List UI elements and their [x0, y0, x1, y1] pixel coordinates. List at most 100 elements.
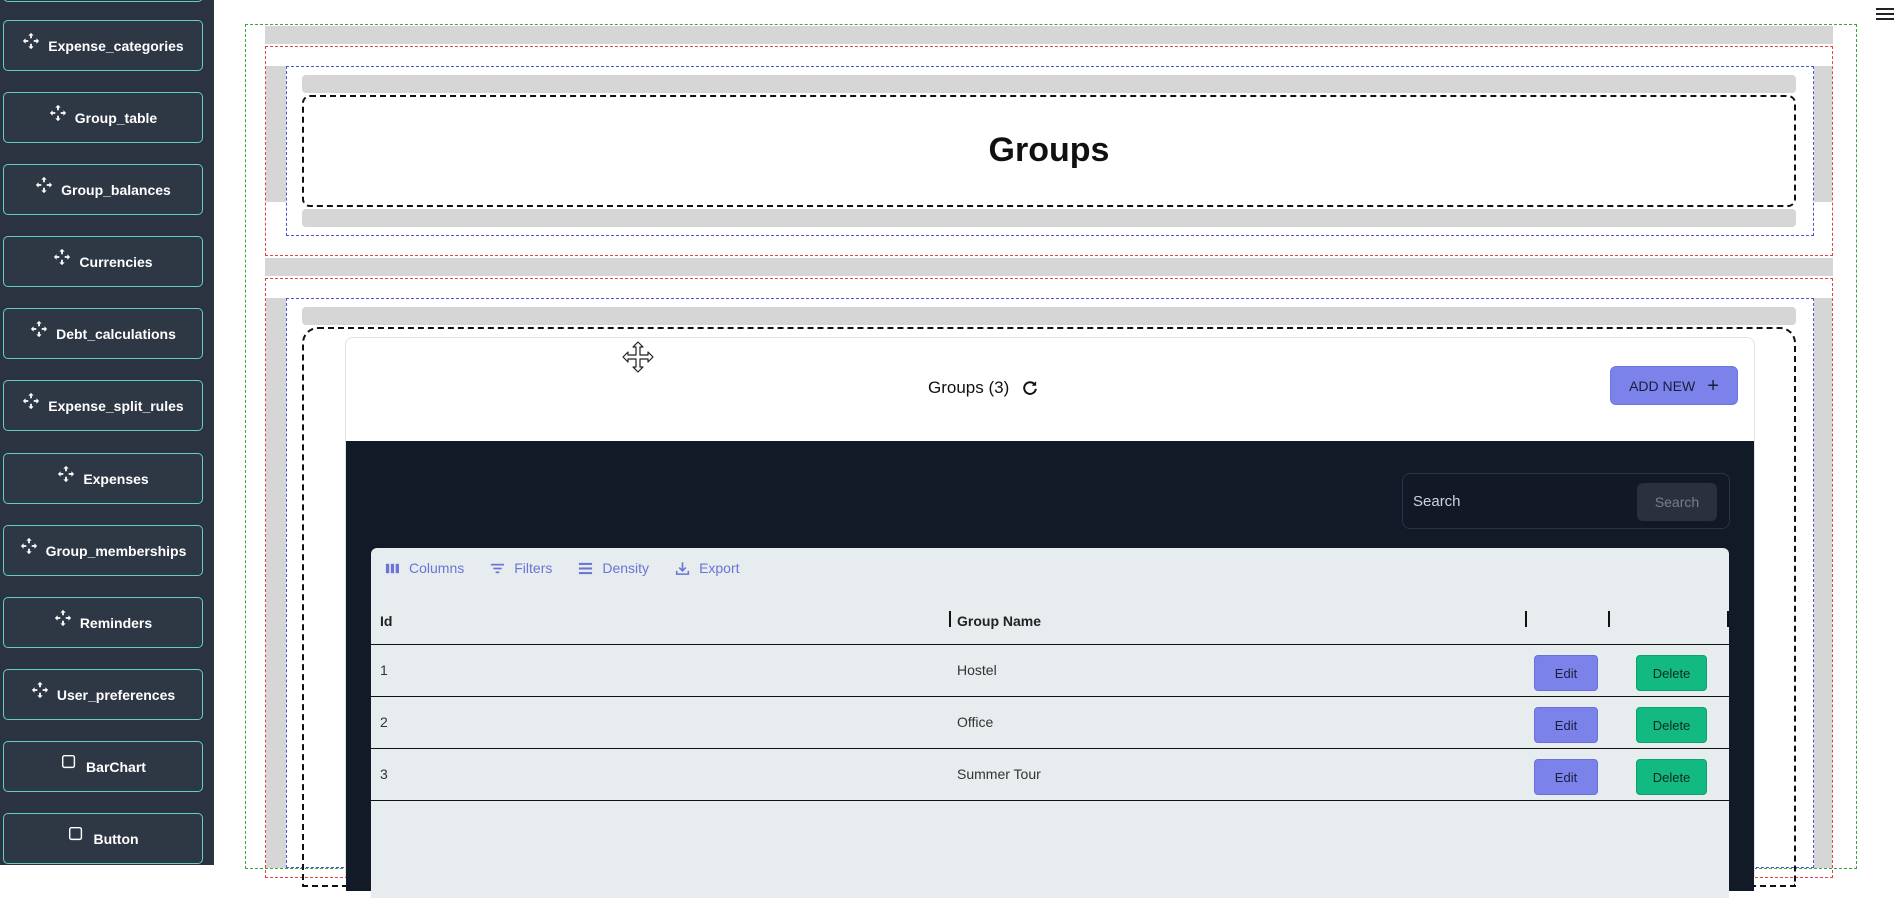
sidebar-item-label: Debt_calculations — [56, 325, 176, 342]
table-panel: Search Columns Filters Density — [346, 441, 1754, 898]
search-box: Search — [1402, 473, 1730, 529]
column-padding-top — [302, 75, 1796, 93]
sidebar-item-label: Expense_categories — [48, 37, 184, 54]
sidebar-item-expenses[interactable]: Expenses — [3, 453, 203, 504]
table-row[interactable]: 3 Summer Tour Edit Delete — [371, 749, 1729, 801]
column-separator[interactable] — [1608, 611, 1610, 627]
edit-button[interactable]: Edit — [1534, 655, 1598, 691]
data-grid: Columns Filters Density Export Id Group … — [371, 548, 1729, 898]
filters-label: Filters — [514, 560, 553, 576]
cell-group-name: Summer Tour — [957, 766, 1041, 782]
column-header-group-name[interactable]: Group Name — [957, 613, 1041, 629]
cell-group-name: Office — [957, 714, 994, 730]
move-icon — [22, 392, 40, 410]
move-icon — [20, 537, 38, 555]
plus-icon: + — [1707, 374, 1719, 397]
cell-id: 1 — [380, 662, 388, 678]
cell-id: 2 — [380, 714, 388, 730]
cell-group-name: Hostel — [957, 662, 997, 678]
title-block[interactable]: Groups — [302, 95, 1796, 207]
table-row[interactable]: 1 Hostel Edit Delete — [371, 645, 1729, 697]
groups-card: Groups (3) ADD NEW + Search Search Colum… — [345, 337, 1755, 898]
sidebar-item-reminders[interactable]: Reminders — [3, 597, 203, 648]
card-header: Groups (3) ADD NEW + — [346, 338, 1754, 441]
move-icon — [30, 320, 48, 338]
sidebar-item-label: BarChart — [86, 758, 146, 775]
sidebar-item-barchart[interactable]: BarChart — [3, 741, 203, 792]
add-new-label: ADD NEW — [1629, 377, 1696, 394]
container-padding-top — [265, 26, 1833, 44]
column-padding-top — [302, 307, 1796, 325]
sidebar-item-label: Group_memberships — [45, 542, 187, 559]
columns-icon — [385, 563, 399, 573]
edit-button[interactable]: Edit — [1534, 759, 1598, 795]
table-row[interactable]: 2 Office Edit Delete — [371, 697, 1729, 749]
edit-button[interactable]: Edit — [1534, 707, 1598, 743]
section-gap — [265, 258, 1833, 276]
export-button[interactable]: Export — [675, 560, 740, 576]
density-button[interactable]: Density — [578, 560, 649, 576]
column-padding-bottom — [302, 209, 1796, 227]
sidebar-item-debt-calculations[interactable]: Debt_calculations — [3, 308, 203, 359]
cell-id: 3 — [380, 766, 388, 782]
delete-button[interactable]: Delete — [1636, 655, 1707, 691]
move-icon — [57, 465, 75, 483]
builder-canvas[interactable]: Groups Groups (3) ADD NEW + Search Searc… — [214, 0, 1904, 898]
sidebar-item-label: Expenses — [83, 470, 149, 487]
refresh-icon[interactable] — [1021, 379, 1039, 397]
move-icon — [53, 248, 71, 266]
sidebar-item-button[interactable]: Button — [3, 813, 203, 864]
filter-icon — [491, 563, 505, 573]
column-separator[interactable] — [1727, 611, 1729, 627]
section-padding-right — [1814, 298, 1832, 868]
export-label: Export — [699, 560, 740, 576]
search-button[interactable]: Search — [1637, 483, 1717, 521]
sidebar-item-label: Group_table — [74, 109, 158, 126]
sidebar-item-label: Expense_split_rules — [48, 397, 184, 414]
sidebar-item-group-memberships[interactable]: Group_memberships — [3, 525, 203, 576]
sidebar-item-label: User_preferences — [56, 686, 176, 703]
sidebar-item-label: Reminders — [79, 614, 153, 631]
search-input[interactable] — [1413, 486, 1628, 516]
move-icon — [22, 32, 40, 50]
menu-icon[interactable] — [1876, 6, 1894, 22]
column-separator[interactable] — [1525, 611, 1527, 627]
delete-button[interactable]: Delete — [1636, 707, 1707, 743]
sidebar-item-currencies[interactable]: Currencies — [3, 236, 203, 287]
sidebar-item-partial[interactable] — [3, 0, 203, 2]
columns-button[interactable]: Columns — [385, 560, 464, 576]
card-title-wrap: Groups (3) — [928, 378, 1039, 398]
delete-button[interactable]: Delete — [1636, 759, 1707, 795]
sidebar-item-label: Group_balances — [61, 181, 171, 198]
sidebar-item-group-table[interactable]: Group_table — [3, 92, 203, 143]
column-header-id[interactable]: Id — [380, 613, 392, 629]
square-icon — [60, 753, 78, 771]
square-icon — [67, 825, 85, 843]
download-icon — [675, 561, 690, 575]
card-title: Groups (3) — [928, 378, 1010, 397]
page-title: Groups — [988, 131, 1110, 169]
move-icon — [49, 104, 67, 122]
sidebar-item-label: Currencies — [79, 253, 153, 270]
section-padding-right — [1814, 66, 1832, 202]
density-label: Density — [602, 560, 650, 576]
table-header: Id Group Name — [371, 600, 1729, 645]
filters-button[interactable]: Filters — [490, 560, 552, 576]
sidebar-item-expense-split-rules[interactable]: Expense_split_rules — [3, 380, 203, 431]
sidebar-item-label: Button — [93, 830, 139, 847]
sidebar-item-expense-categories[interactable]: Expense_categories — [3, 20, 203, 71]
sidebar-item-group-balances[interactable]: Group_balances — [3, 164, 203, 215]
section-padding-left — [266, 298, 286, 868]
column-separator[interactable] — [949, 611, 951, 627]
move-cursor-icon — [622, 341, 654, 373]
sidebar-item-user-preferences[interactable]: User_preferences — [3, 669, 203, 720]
component-sidebar: Expense_categories Group_table Group_bal… — [0, 0, 214, 865]
columns-label: Columns — [409, 560, 465, 576]
grid-toolbar: Columns Filters Density Export — [385, 560, 740, 576]
move-icon — [31, 681, 49, 699]
move-icon — [54, 609, 72, 627]
add-new-button[interactable]: ADD NEW + — [1610, 366, 1738, 405]
density-icon — [579, 562, 593, 574]
move-icon — [35, 176, 53, 194]
section-padding-left — [266, 66, 286, 202]
